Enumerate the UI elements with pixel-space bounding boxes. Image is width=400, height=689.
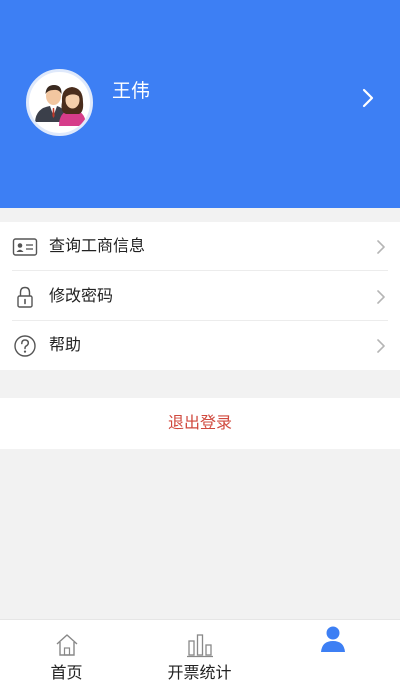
chevron-right-icon: [377, 339, 385, 353]
menu-item-label: 修改密码: [49, 286, 114, 305]
menu-item-business-info[interactable]: 查询工商信息: [0, 222, 400, 271]
profile-header[interactable]: 王伟: [0, 0, 400, 208]
chevron-right-icon: [377, 240, 385, 254]
chevron-right-icon[interactable]: [360, 87, 376, 109]
tab-label: 首页: [50, 663, 83, 682]
bottom-tab-bar: 首页 开票统计: [0, 619, 400, 689]
tab-profile[interactable]: [266, 620, 399, 689]
logout-button[interactable]: 退出登录: [0, 398, 400, 449]
bar-chart-icon: [186, 634, 213, 658]
username: 王伟: [112, 80, 151, 102]
tab-invoice-stats[interactable]: 开票统计: [133, 620, 266, 689]
menu-item-label: 帮助: [49, 335, 82, 354]
tab-home[interactable]: 首页: [0, 620, 133, 689]
tab-label: 开票统计: [167, 663, 232, 682]
logout-label: 退出登录: [167, 413, 232, 432]
menu-item-help[interactable]: 帮助: [0, 321, 400, 370]
chevron-right-icon: [377, 290, 385, 304]
lock-icon: [17, 286, 33, 308]
settings-menu: 查询工商信息 修改密码 帮助: [0, 222, 400, 370]
menu-item-label: 查询工商信息: [49, 236, 146, 255]
avatar[interactable]: [26, 69, 93, 136]
divider: [12, 270, 388, 271]
help-icon: [14, 335, 36, 357]
home-icon: [56, 634, 77, 656]
user-icon: [320, 626, 345, 652]
menu-item-change-password[interactable]: 修改密码: [0, 272, 400, 321]
couple-avatar-icon: [35, 85, 86, 126]
profile-page: 王伟 查询工商信息 修改密码 帮助 退出登录 首页 开票统计: [0, 0, 400, 689]
id-card-icon: [12, 238, 38, 256]
